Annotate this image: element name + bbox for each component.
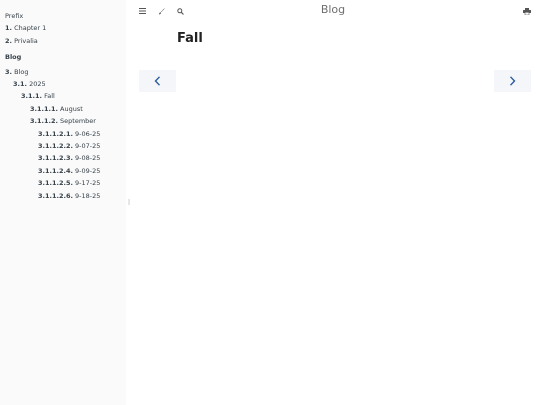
print-icon: [523, 7, 531, 15]
toc-item-blog[interactable]: 3. Blog: [0, 66, 126, 78]
page-title: Fall: [177, 31, 203, 46]
page-content: Fall: [177, 31, 203, 46]
toc-item-post[interactable]: 3.1.1.2.4. 9-09-25: [0, 165, 126, 177]
book-title: Blog: [320, 3, 346, 16]
next-chapter-button[interactable]: [494, 70, 531, 92]
toc-item-fall[interactable]: 3.1.1. Fall: [0, 90, 126, 102]
toc-item-august[interactable]: 3.1.1.1. August: [0, 103, 126, 115]
toc-item-2025[interactable]: 3.1. 2025: [0, 78, 126, 90]
toc-item-september[interactable]: 3.1.1.2. September: [0, 115, 126, 127]
sidebar-resize-handle[interactable]: ⁝: [126, 196, 132, 210]
toc-part-title: Blog: [5, 53, 22, 62]
previous-chapter-button[interactable]: [139, 70, 176, 92]
sidebar: Prefix 1. Chapter 1 2. Privalia Blog 3. …: [0, 0, 126, 405]
toc-item-post[interactable]: 3.1.1.2.3. 9-08-25: [0, 152, 126, 164]
toc-item-privalia[interactable]: 2. Privalia: [0, 35, 126, 47]
toc-item-post[interactable]: 3.1.1.2.5. 9-17-25: [0, 177, 126, 189]
chevron-right-icon: [509, 76, 516, 86]
chevron-left-icon: [154, 76, 161, 86]
toc-item-post[interactable]: 3.1.1.2.2. 9-07-25: [0, 140, 126, 152]
toc-item-chapter-1[interactable]: 1. Chapter 1: [0, 22, 126, 34]
toc-item-post[interactable]: 3.1.1.2.1. 9-06-25: [0, 128, 126, 140]
toc-item-post[interactable]: 3.1.1.2.6. 9-18-25: [0, 190, 126, 202]
table-of-contents: Prefix 1. Chapter 1 2. Privalia Blog 3. …: [0, 10, 126, 202]
toc-item-prefix[interactable]: Prefix: [0, 10, 126, 22]
menu-bar: Blog: [126, 0, 540, 22]
print-button[interactable]: [520, 5, 534, 17]
